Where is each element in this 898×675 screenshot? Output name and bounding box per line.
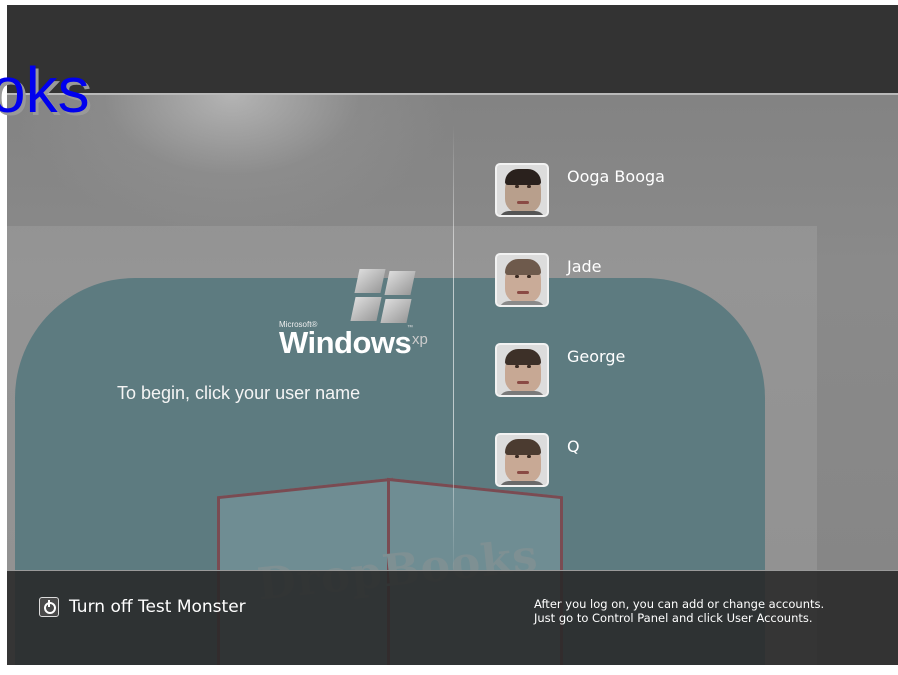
user-photo-icon bbox=[495, 343, 549, 397]
account-hint: After you log on, you can add or change … bbox=[534, 597, 874, 625]
vertical-divider bbox=[453, 125, 454, 575]
user-photo-icon bbox=[495, 163, 549, 217]
user-account-ooga-booga[interactable]: Ooga Booga bbox=[495, 163, 795, 223]
user-photo-icon bbox=[495, 433, 549, 487]
power-icon bbox=[39, 597, 59, 617]
account-hint-line-1: After you log on, you can add or change … bbox=[534, 597, 825, 611]
overlay-title: oks bbox=[0, 54, 90, 126]
user-name: Jade bbox=[567, 257, 602, 276]
xp-wordmark: xp bbox=[412, 331, 428, 348]
windows-flag-icon bbox=[347, 267, 417, 327]
user-name: Ooga Booga bbox=[567, 167, 665, 186]
top-bar bbox=[7, 5, 898, 95]
user-account-q[interactable]: Q bbox=[495, 433, 795, 493]
windows-wordmark: Windows bbox=[279, 325, 412, 360]
user-account-george[interactable]: George bbox=[495, 343, 795, 403]
account-hint-line-2: Just go to Control Panel and click User … bbox=[534, 611, 813, 625]
user-name: Q bbox=[567, 437, 580, 456]
login-instruction: To begin, click your user name bbox=[117, 383, 361, 403]
welcome-screen: DropBooks Microsoft® Windows ™ xp To beg… bbox=[7, 5, 898, 665]
user-account-jade[interactable]: Jade bbox=[495, 253, 795, 313]
user-photo-icon bbox=[495, 253, 549, 307]
windows-xp-logo: Microsoft® Windows ™ xp bbox=[279, 267, 439, 377]
turn-off-label: Turn off Test Monster bbox=[69, 597, 246, 617]
user-name: George bbox=[567, 347, 626, 366]
